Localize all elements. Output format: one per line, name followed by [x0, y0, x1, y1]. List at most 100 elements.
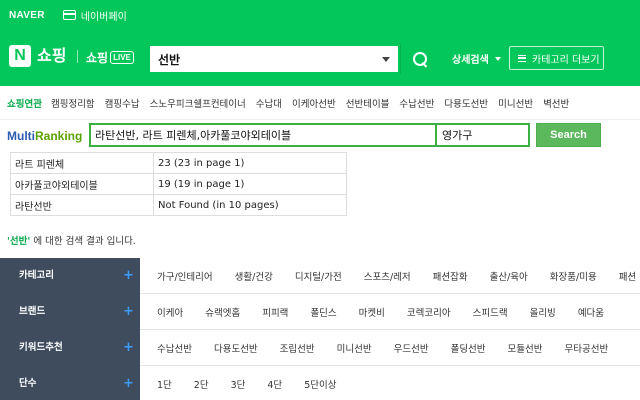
header-divider	[77, 50, 78, 63]
filter-option[interactable]: 4단	[267, 377, 282, 391]
autocomplete-caret-icon[interactable]	[382, 56, 390, 62]
related-keyword[interactable]: 캠핑정리함	[51, 96, 95, 110]
result-keyword: 라탄선반	[10, 194, 154, 216]
related-keyword[interactable]: 이케아선반	[292, 96, 336, 110]
related-keyword[interactable]: 벽선반	[543, 96, 569, 110]
shopping-live-link[interactable]: 쇼핑 LIVE	[86, 49, 134, 66]
filter-label-text: 단수	[19, 378, 37, 389]
result-keyword: 아카풀코야외테이블	[10, 173, 154, 195]
filter-option[interactable]: 조립선반	[280, 341, 315, 355]
filter-option[interactable]: 피피랙	[262, 305, 288, 319]
related-keyword[interactable]: 다용도선반	[444, 96, 488, 110]
filter-option[interactable]: 다용도선반	[214, 341, 258, 355]
menu-icon	[518, 54, 526, 62]
filter-option[interactable]: 무타공선반	[565, 341, 609, 355]
filter-label: 단수 +	[0, 366, 140, 400]
table-row: 라트 피렌체 23 (23 in page 1)	[10, 152, 347, 174]
filter-option[interactable]: 수납선반	[157, 341, 192, 355]
store-name-input[interactable]	[437, 123, 530, 147]
filter-row-brand: 브랜드 + 이케아 슈랙엣홈 피피랙 폴딘스 마켓비 코렉코리아 스피드랙 올리…	[0, 294, 640, 330]
naver-pay-link[interactable]: 네이버페이	[62, 8, 127, 23]
related-keyword[interactable]: 스노우피크쉘프컨테이너	[150, 96, 246, 110]
shopping-header: N 쇼핑 쇼핑 LIVE 상세검색 카테고리 더보기	[0, 30, 640, 86]
naver-logo[interactable]: NAVER	[9, 10, 45, 21]
filter-option[interactable]: 가구/인테리어	[157, 269, 213, 283]
top-bar: NAVER 네이버페이	[0, 0, 640, 30]
filter-row-keyword: 키워드추천 + 수납선반 다용도선반 조립선반 미니선반 우드선반 폴딩선반 모…	[0, 330, 640, 366]
n-logo-icon[interactable]: N	[9, 45, 31, 67]
table-row: 아카풀코야외테이블 19 (19 in page 1)	[10, 173, 347, 195]
filter-label: 키워드추천 +	[0, 330, 140, 366]
filter-option[interactable]: 2단	[194, 377, 209, 391]
plus-icon[interactable]: +	[123, 330, 134, 365]
plus-icon[interactable]: +	[123, 258, 134, 293]
result-value: 19 (19 in page 1)	[153, 173, 347, 195]
filter-option[interactable]: 폴딘스	[310, 305, 336, 319]
filter-option[interactable]: 생활/건강	[235, 269, 273, 283]
filter-label-text: 브랜드	[19, 306, 46, 317]
shopping-live-label: 쇼핑	[86, 51, 109, 65]
search-input[interactable]	[158, 52, 382, 66]
multiranking-logo: MultiRanking	[7, 129, 82, 143]
filter-row-tiers: 단수 + 1단 2단 3단 4단 5단이상	[0, 366, 640, 400]
result-keyword: 라트 피렌체	[10, 152, 154, 174]
filter-option[interactable]: 이케아	[157, 305, 183, 319]
search-icon	[412, 51, 429, 68]
filter-option[interactable]: 화장품/미용	[550, 269, 597, 283]
filter-option[interactable]: 3단	[231, 377, 246, 391]
related-keyword[interactable]: 수납대	[256, 96, 282, 110]
filter-panel: 카테고리 + 가구/인테리어 생활/건강 디지털/가전 스포츠/레저 패션잡화 …	[0, 258, 640, 400]
related-keyword[interactable]: 수납선반	[399, 96, 434, 110]
filter-option[interactable]: 코렉코리아	[407, 305, 451, 319]
search-result-note: '선반' 에 대한 검색 결과 입니다.	[7, 233, 136, 247]
advanced-search-button[interactable]: 상세검색	[452, 51, 501, 66]
plus-icon[interactable]: +	[123, 366, 134, 400]
filter-row-category: 카테고리 + 가구/인테리어 생활/건강 디지털/가전 스포츠/레저 패션잡화 …	[0, 258, 640, 294]
keywords-input[interactable]	[89, 123, 437, 147]
filter-option[interactable]: 모듈선반	[508, 341, 543, 355]
filter-option[interactable]: 미니선반	[337, 341, 372, 355]
search-button[interactable]	[400, 44, 440, 74]
multiranking-search-button[interactable]: Search	[536, 123, 601, 147]
related-keyword[interactable]: 미니선반	[498, 96, 533, 110]
filter-option[interactable]: 디지털/가전	[295, 269, 342, 283]
filter-option[interactable]: 출산/육아	[490, 269, 528, 283]
filter-option[interactable]: 1단	[157, 377, 172, 391]
related-keywords-bar: 쇼핑연관 캠핑정리함 캠핑수납 스노우피크쉘프컨테이너 수납대 이케아선반 선반…	[0, 86, 640, 120]
related-keyword[interactable]: 선반테이블	[346, 96, 390, 110]
advanced-search-label: 상세검색	[452, 55, 489, 66]
filter-option[interactable]: 패션잡화	[433, 269, 468, 283]
filter-option[interactable]: 예다움	[578, 305, 604, 319]
chevron-down-icon	[494, 56, 501, 61]
ranking-results-table: 라트 피렌체 23 (23 in page 1) 아카풀코야외테이블 19 (1…	[10, 152, 347, 216]
filter-option[interactable]: 5단이상	[304, 377, 336, 391]
multiranking-logo-ranking: Ranking	[35, 129, 83, 143]
filter-option[interactable]: 마켓비	[359, 305, 385, 319]
related-keywords-label: 쇼핑연관	[7, 98, 42, 110]
filter-values: 이케아 슈랙엣홈 피피랙 폴딘스 마켓비 코렉코리아 스피드랙 올리빙 예다움	[157, 294, 626, 330]
category-more-button[interactable]: 카테고리 더보기	[509, 46, 604, 70]
table-row: 라탄선반 Not Found (in 10 pages)	[10, 194, 347, 216]
card-icon	[62, 10, 76, 20]
filter-label: 카테고리 +	[0, 258, 140, 294]
related-keyword[interactable]: 캠핑수납	[105, 96, 140, 110]
result-value: 23 (23 in page 1)	[153, 152, 347, 174]
filter-values: 수납선반 다용도선반 조립선반 미니선반 우드선반 폴딩선반 모듈선반 무타공선…	[157, 330, 630, 366]
filter-values: 1단 2단 3단 4단 5단이상	[157, 366, 358, 400]
live-badge: LIVE	[110, 51, 134, 64]
filter-option[interactable]: 폴딩선반	[451, 341, 486, 355]
filter-option[interactable]: 올리빙	[530, 305, 556, 319]
result-value: Not Found (in 10 pages)	[153, 194, 347, 216]
plus-icon[interactable]: +	[123, 294, 134, 329]
naver-pay-label: 네이버페이	[80, 11, 127, 23]
category-more-label: 카테고리 더보기	[532, 54, 600, 66]
filter-option[interactable]: 슈랙엣홈	[205, 305, 240, 319]
filter-option[interactable]: 스피드랙	[473, 305, 508, 319]
filter-option[interactable]: 우드선반	[394, 341, 429, 355]
filter-label-text: 카테고리	[19, 270, 54, 281]
search-result-note-text: 에 대한 검색 결과 입니다.	[30, 236, 136, 247]
filter-option[interactable]: 스포츠/레저	[364, 269, 411, 283]
multiranking-logo-multi: Multi	[7, 129, 35, 143]
shopping-title[interactable]: 쇼핑	[37, 45, 66, 67]
filter-option[interactable]: 패션	[619, 269, 636, 283]
